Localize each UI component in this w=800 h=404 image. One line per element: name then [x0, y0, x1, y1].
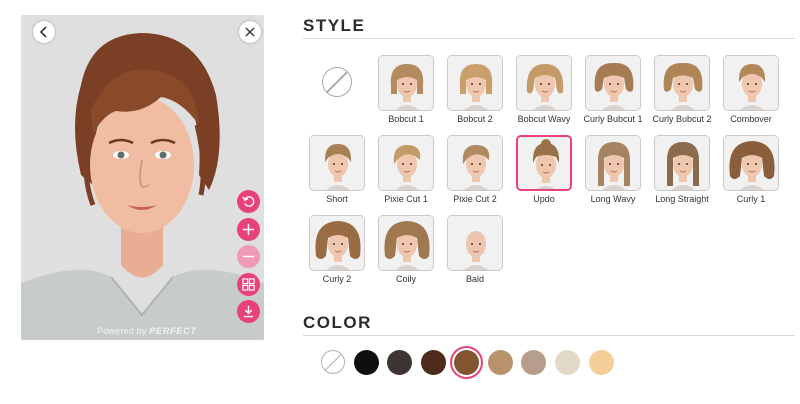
style-thumbnail — [586, 136, 640, 190]
color-swatch-honey-blonde[interactable] — [589, 350, 614, 375]
style-label: Curly Bubcut 2 — [652, 114, 712, 124]
color-swatch-ash[interactable] — [521, 350, 546, 375]
style-tile[interactable] — [378, 215, 434, 271]
back-button[interactable] — [33, 21, 55, 43]
style-tile[interactable] — [516, 135, 572, 191]
zoom-in-button[interactable] — [237, 218, 260, 241]
style-thumbnail — [379, 136, 433, 190]
style-thumbnail — [655, 136, 709, 190]
style-label: Curly 2 — [322, 274, 352, 284]
style-heading: STYLE — [303, 16, 366, 35]
portrait-image — [21, 15, 264, 340]
style-tile[interactable] — [447, 215, 503, 271]
style-tile[interactable] — [447, 55, 503, 111]
download-button[interactable] — [237, 300, 260, 323]
color-swatch-platinum[interactable] — [555, 350, 580, 375]
style-thumbnail — [517, 56, 571, 110]
style-label: Bald — [465, 274, 484, 284]
style-thumbnail — [724, 136, 778, 190]
style-label: Updo — [533, 194, 555, 204]
reset-icon — [242, 196, 255, 207]
style-tile[interactable] — [654, 135, 710, 191]
style-tile[interactable] — [378, 135, 434, 191]
style-label: Curly Bubcut 1 — [583, 114, 643, 124]
style-thumbnail — [310, 136, 364, 190]
style-label: Short — [326, 194, 348, 204]
powered-by-label: Powered by PERFECT — [97, 326, 197, 336]
color-heading: COLOR — [303, 313, 372, 332]
style-label: Bobcut 1 — [388, 114, 424, 124]
style-tile[interactable] — [516, 55, 572, 111]
close-icon — [245, 27, 255, 37]
style-divider — [303, 38, 795, 39]
style-label: Long Wavy — [590, 194, 636, 204]
style-thumbnail — [586, 56, 640, 110]
style-label: Pixie Cut 2 — [453, 194, 497, 204]
style-tile[interactable] — [585, 55, 641, 111]
color-none-button[interactable] — [321, 350, 345, 374]
color-swatch-light-brown[interactable] — [488, 350, 513, 375]
style-tile[interactable] — [309, 215, 365, 271]
close-button[interactable] — [239, 21, 261, 43]
download-icon — [243, 305, 254, 318]
style-label: Bobcut 2 — [457, 114, 493, 124]
style-label: Curly 1 — [736, 194, 766, 204]
photo-panel: Powered by PERFECT — [21, 15, 264, 340]
style-tile[interactable] — [585, 135, 641, 191]
style-label: Long Straight — [655, 194, 709, 204]
style-thumbnail — [448, 216, 502, 270]
style-thumbnail — [448, 136, 502, 190]
style-none-button[interactable] — [322, 67, 352, 97]
compare-button[interactable] — [237, 273, 260, 296]
style-thumbnail — [448, 56, 502, 110]
reset-button[interactable] — [237, 190, 260, 213]
color-swatch-chestnut[interactable] — [454, 350, 479, 375]
style-thumbnail — [655, 56, 709, 110]
color-divider — [303, 335, 795, 336]
style-tile[interactable] — [447, 135, 503, 191]
style-tile[interactable] — [654, 55, 710, 111]
powered-brand: PERFECT — [149, 326, 197, 336]
style-tile[interactable] — [309, 135, 365, 191]
style-thumbnail — [310, 216, 364, 270]
style-tile[interactable] — [723, 135, 779, 191]
color-swatch-black[interactable] — [354, 350, 379, 375]
zoom-out-icon — [242, 255, 255, 258]
style-label: Pixie Cut 1 — [384, 194, 428, 204]
style-label: Coily — [395, 274, 416, 284]
style-thumbnail — [379, 56, 433, 110]
style-thumbnail — [379, 216, 433, 270]
style-tile[interactable] — [378, 55, 434, 111]
color-swatch-dark-brown[interactable] — [387, 350, 412, 375]
compare-icon — [242, 278, 255, 291]
style-label: Bobcut Wavy — [517, 114, 571, 124]
style-label: Combover — [730, 114, 772, 124]
style-tile[interactable] — [723, 55, 779, 111]
style-thumbnail — [724, 56, 778, 110]
powered-prefix: Powered by — [97, 326, 147, 336]
style-thumbnail — [518, 137, 570, 189]
zoom-out-button[interactable] — [237, 245, 260, 268]
chevron-left-icon — [39, 26, 47, 38]
color-swatch-brown[interactable] — [421, 350, 446, 375]
zoom-in-icon — [242, 223, 255, 236]
